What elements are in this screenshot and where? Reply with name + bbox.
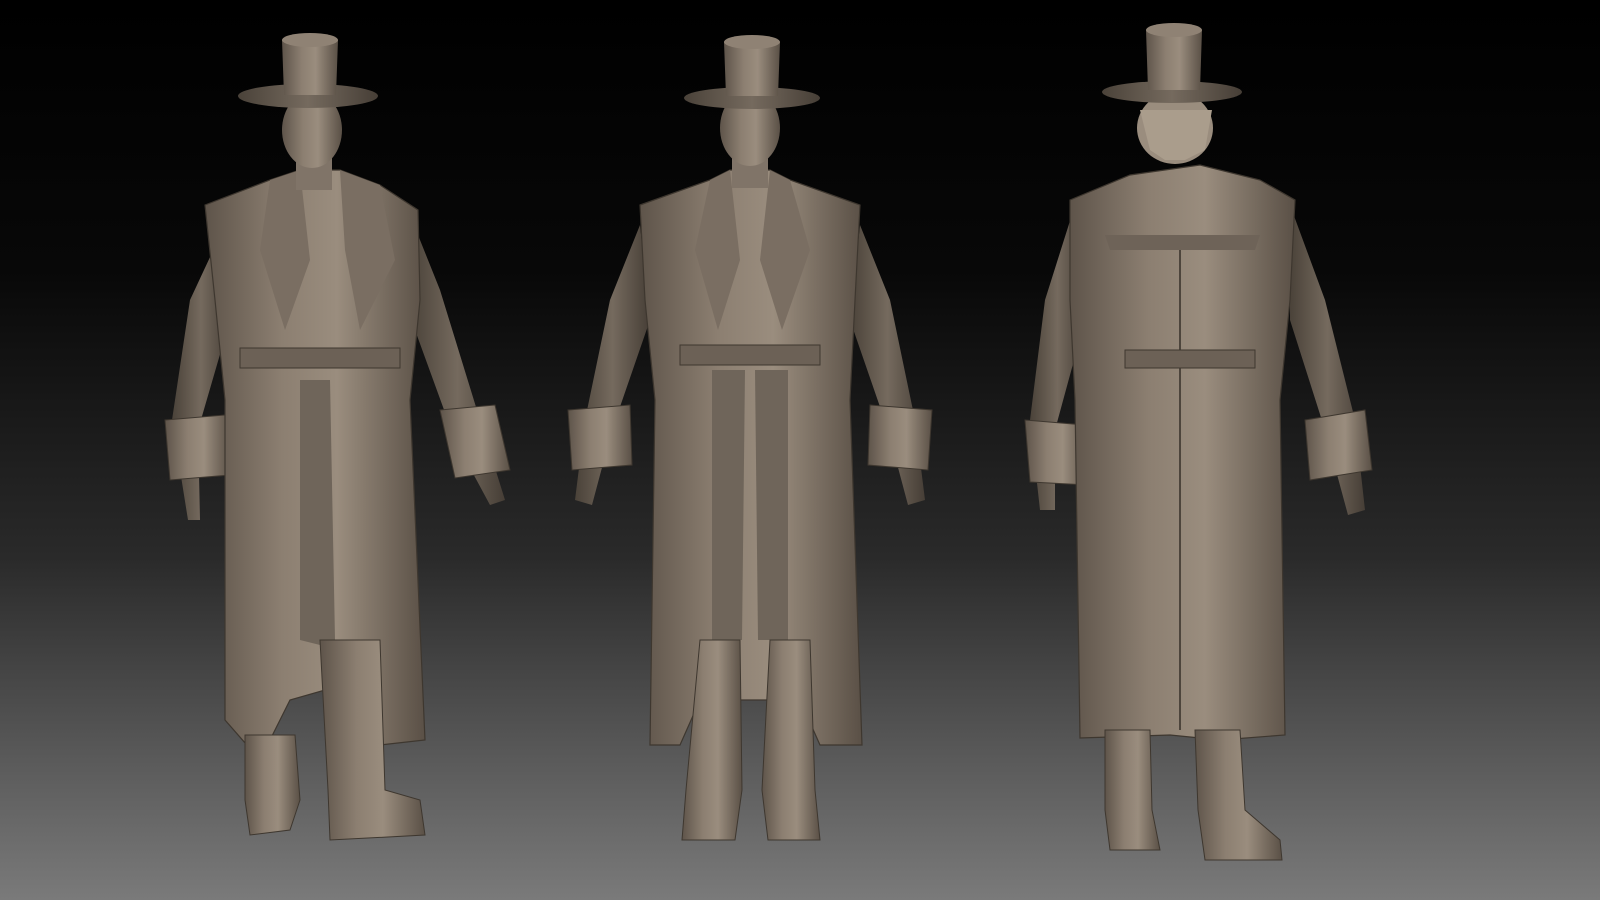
figure-back <box>1024 23 1373 861</box>
sculpt-turnaround-stage <box>0 0 1600 900</box>
figure-three-quarter <box>164 33 511 841</box>
figure-front <box>567 35 933 841</box>
turnaround-render <box>164 23 1373 861</box>
